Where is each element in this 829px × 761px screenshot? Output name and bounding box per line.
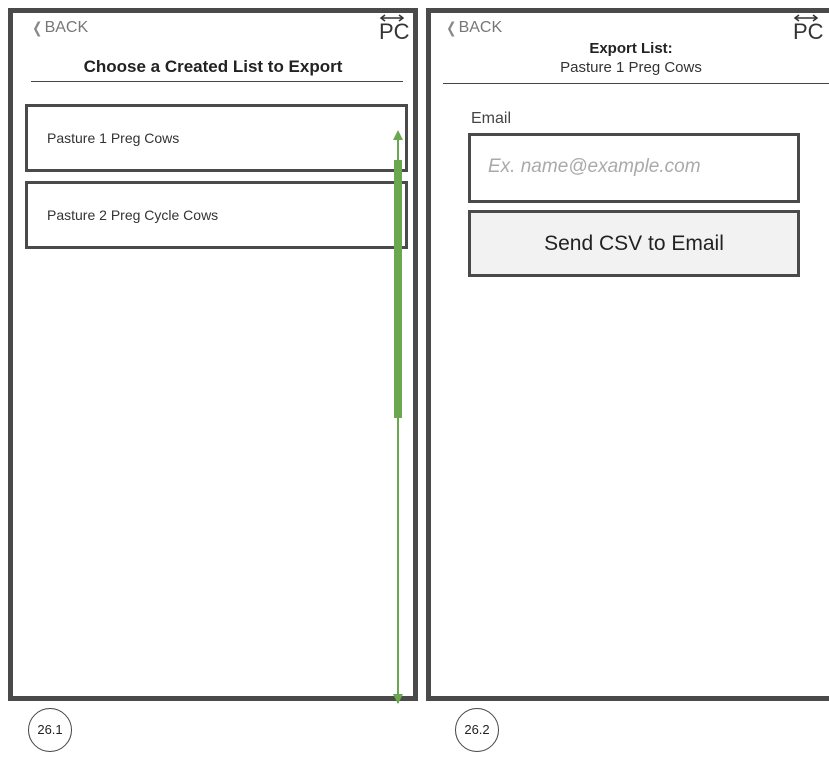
page-title: Export List: (589, 40, 673, 57)
chevron-left-icon: ❮ (446, 20, 457, 37)
back-label: BACK (458, 19, 503, 36)
back-button[interactable]: ❮ BACK (31, 19, 88, 37)
list-item-pasture-2[interactable]: Pasture 2 Preg Cycle Cows (25, 181, 408, 249)
screen-number-badge: 26.2 (455, 708, 499, 752)
divider (443, 83, 829, 84)
back-button[interactable]: ❮ BACK (445, 19, 502, 37)
email-field[interactable]: Ex. name@example.com (468, 133, 800, 203)
list-item-pasture-1[interactable]: Pasture 1 Preg Cows (25, 104, 408, 172)
email-label: Email (471, 110, 512, 127)
page-subtitle: Pasture 1 Preg Cows (560, 59, 702, 76)
choose-list-screen: ❮ BACK PC Choose a Created List to Expor… (8, 8, 418, 704)
scrollbar-thumb[interactable] (394, 160, 402, 418)
screen-number-badge: 26.1 (28, 708, 72, 752)
chevron-left-icon: ❮ (32, 20, 43, 37)
send-csv-button[interactable]: Send CSV to Email (468, 210, 800, 277)
back-label: BACK (44, 19, 89, 36)
page-title: Choose a Created List to Export (83, 57, 343, 76)
scroll-up-arrow-icon[interactable] (393, 130, 403, 140)
export-list-screen: ❮ BACK PC Export List: Pasture 1 Preg Co… (426, 8, 829, 701)
pc-label: PC (379, 19, 410, 44)
scroll-down-arrow-icon[interactable] (393, 694, 403, 704)
divider (31, 81, 403, 82)
pc-swap-button[interactable]: PC (373, 13, 410, 47)
